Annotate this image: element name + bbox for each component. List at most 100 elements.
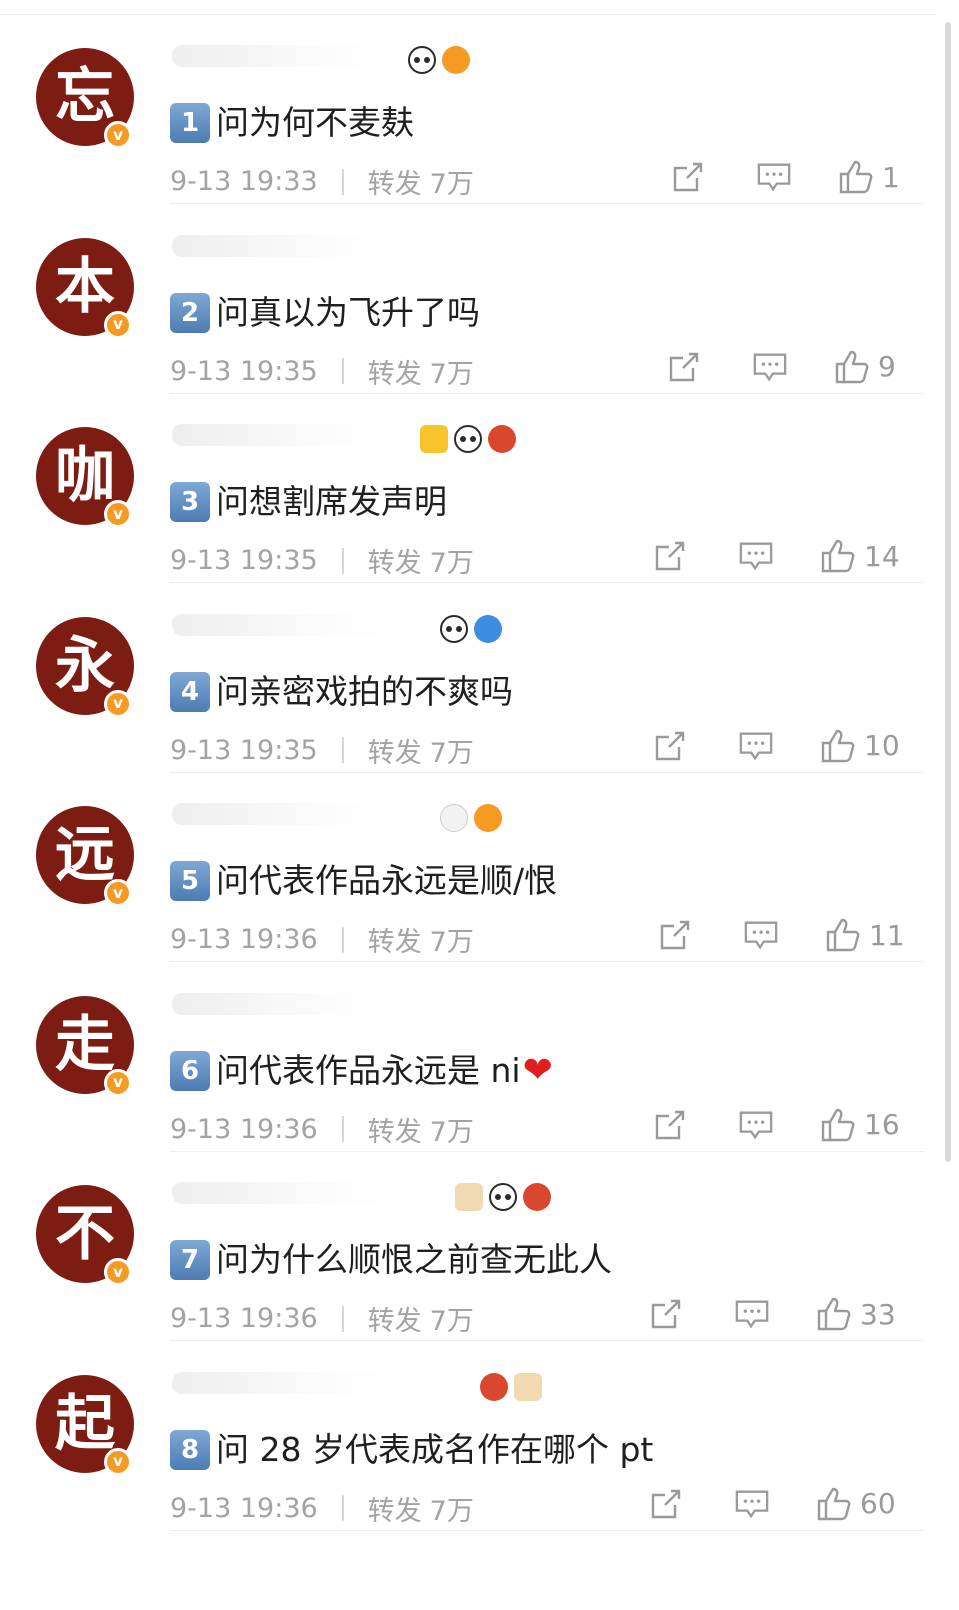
share-icon[interactable] [648, 1296, 684, 1332]
orange-badge-icon [474, 804, 502, 832]
repost-label: 转发 [367, 358, 422, 390]
like-button[interactable]: 9 [834, 349, 896, 385]
blurred-username[interactable] [172, 1182, 392, 1204]
comment-icon[interactable] [738, 538, 774, 574]
comment-icon[interactable] [743, 917, 779, 953]
comment-item: 不 v 7 问为什么顺恨之前查无此人 9-13 19:36 转发 7万 33 [0, 1152, 935, 1342]
meta-separator [341, 737, 344, 763]
repost-label: 转发 [367, 1495, 422, 1527]
verified-icon: v [104, 121, 132, 149]
like-icon[interactable] [820, 1107, 856, 1143]
comment-content: 1 问为何不麦麸 [170, 101, 414, 145]
face-badge-icon [440, 804, 468, 832]
like-icon[interactable] [825, 917, 861, 953]
comment-meta: 9-13 19:33 转发 7万 [170, 162, 474, 201]
like-count: 60 [860, 1487, 896, 1520]
scrollbar[interactable] [945, 22, 951, 1162]
repost-count: 7万 [429, 737, 474, 769]
comment-icon[interactable] [738, 1107, 774, 1143]
comment-item: 走 v 6 问代表作品永远是 ni ❤ 9-13 19:36 转发 7万 16 [0, 963, 935, 1153]
blurred-username[interactable] [172, 803, 392, 825]
repost-count: 7万 [429, 548, 474, 579]
verified-icon: v [104, 1068, 132, 1097]
meta-separator [341, 358, 344, 384]
share-icon[interactable] [666, 349, 702, 385]
timestamp: 9-13 19:36 [170, 1492, 318, 1524]
comment-icon[interactable] [756, 159, 792, 195]
comment-item: 忘 v 1 问为何不麦麸 9-13 19:33 转发 7万 1 [0, 15, 935, 205]
like-icon[interactable] [820, 728, 856, 764]
repost-label: 转发 [367, 737, 422, 769]
like-icon[interactable] [834, 349, 870, 385]
comment-icon[interactable] [734, 1296, 770, 1332]
share-icon[interactable] [652, 728, 688, 764]
like-button[interactable]: 1 [838, 159, 900, 195]
item-divider [170, 1529, 925, 1531]
timestamp: 9-13 19:35 [170, 545, 318, 576]
share-icon[interactable] [648, 1486, 684, 1522]
like-button[interactable]: 16 [820, 1107, 900, 1143]
repost-label: 转发 [367, 1306, 422, 1337]
meta-separator [341, 168, 344, 195]
like-count: 9 [878, 350, 896, 383]
comment-icon[interactable] [734, 1486, 770, 1522]
verified-icon: v [104, 689, 132, 718]
like-icon[interactable] [816, 1296, 852, 1332]
like-icon[interactable] [838, 159, 874, 195]
comment-meta: 9-13 19:36 转发 7万 [170, 1489, 474, 1528]
like-button[interactable]: 11 [825, 917, 905, 953]
repost-label: 转发 [367, 548, 422, 579]
like-button[interactable]: 10 [820, 728, 900, 764]
panda-badge-icon [489, 1183, 517, 1211]
like-button[interactable]: 60 [816, 1486, 896, 1522]
beige-badge-icon [455, 1183, 483, 1211]
verified-icon: v [104, 879, 132, 907]
comment-icon[interactable] [752, 349, 788, 385]
blue-badge-icon [474, 614, 502, 643]
comment-text: 问真以为飞升了吗 [216, 292, 480, 332]
share-icon[interactable] [670, 159, 706, 195]
user-badges [408, 45, 470, 75]
user-badges [455, 1182, 551, 1212]
like-button[interactable]: 33 [816, 1296, 896, 1332]
orange-badge-icon [442, 46, 470, 74]
user-badges [440, 803, 502, 833]
like-count: 11 [869, 918, 905, 952]
gold-badge-icon [420, 425, 448, 453]
comment-content: 3 问想割席发声明 [170, 480, 447, 524]
timestamp: 9-13 19:36 [170, 1303, 318, 1334]
avatar-character: 本 [55, 251, 115, 322]
blurred-username[interactable] [172, 992, 392, 1015]
like-count: 14 [864, 539, 900, 573]
share-icon[interactable] [652, 1107, 688, 1143]
rank-badge: 4 [170, 671, 210, 712]
meta-separator [341, 1495, 344, 1521]
repost-label: 转发 [367, 927, 422, 958]
action-bar: 1 [670, 159, 900, 195]
blurred-username[interactable] [172, 1371, 392, 1394]
blurred-username[interactable] [172, 45, 392, 67]
like-icon[interactable] [820, 538, 856, 574]
like-icon[interactable] [816, 1486, 852, 1522]
action-bar: 16 [652, 1107, 900, 1143]
timestamp: 9-13 19:36 [170, 924, 318, 955]
comment-content: 2 问真以为飞升了吗 [170, 291, 480, 335]
blurred-username[interactable] [172, 613, 392, 636]
comment-item: 咖 v 3 问想割席发声明 9-13 19:35 转发 7万 14 [0, 394, 935, 584]
share-icon[interactable] [652, 538, 688, 574]
meta-separator [341, 1116, 344, 1142]
comment-meta: 9-13 19:35 转发 7万 [170, 352, 474, 391]
share-icon[interactable] [657, 917, 693, 953]
action-bar: 60 [648, 1486, 896, 1522]
avatar-character: 忘 [55, 62, 115, 132]
blurred-username[interactable] [172, 234, 392, 257]
blurred-username[interactable] [172, 424, 392, 446]
avatar-character: 远 [55, 820, 115, 890]
comment-item: 起 v 8 问 28 岁代表成名作在哪个 pt 9-13 19:36 转发 7万 [0, 1342, 935, 1532]
like-button[interactable]: 14 [820, 538, 900, 574]
avatar-character: 咖 [55, 441, 115, 511]
action-bar: 14 [652, 538, 900, 574]
red-badge-icon [488, 425, 516, 453]
comment-icon[interactable] [738, 728, 774, 764]
comment-item: 永 v 4 问亲密戏拍的不爽吗 9-13 19:35 转发 7万 10 [0, 584, 935, 774]
